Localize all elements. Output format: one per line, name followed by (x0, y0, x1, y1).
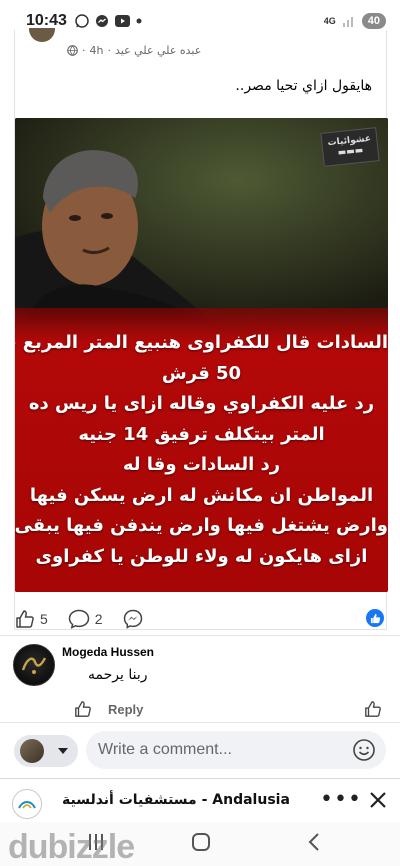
back-icon[interactable] (306, 832, 322, 852)
post-author[interactable]: عبده علي علي عيد (115, 44, 201, 57)
comment-placeholder: Write a comment... (98, 741, 232, 758)
author-avatar[interactable] (29, 28, 55, 42)
dubizzle-watermark: dubizzle (8, 828, 135, 866)
post-meta: · 4h · عبده علي علي عيد (67, 44, 201, 57)
profile-selector[interactable] (14, 735, 78, 767)
quote-line: ازاى هايكون له ولاء للوطن يا كفراوى (35, 545, 368, 567)
whatsapp-icon (75, 14, 89, 28)
post-image[interactable]: عشوائيات ▬▬▬ السادات قال للكفراوى هنبيع … (15, 118, 388, 592)
dot-separator: · (107, 44, 111, 57)
emoji-icon[interactable] (352, 738, 376, 762)
dot-icon (136, 18, 142, 24)
ad-title[interactable]: مستشفيات أندلسية - Andalusia (62, 792, 290, 808)
post-text: هايقول ازاي تحيا مصر.. (235, 78, 372, 94)
post-age[interactable]: 4h (90, 44, 104, 57)
reply-link[interactable]: Reply (108, 702, 143, 717)
signal-icon (342, 17, 353, 27)
andalusia-logo (12, 789, 42, 819)
comment-actions: Reply (74, 700, 143, 718)
thumbs-up-icon (370, 613, 380, 623)
messenger-icon (123, 609, 142, 629)
quote-line: السادات قال للكفراوى هنبيع المتر المربع … (15, 332, 388, 353)
divider (0, 635, 400, 636)
send-button[interactable] (123, 609, 143, 629)
quote-line: رد عليه الكفراوي وقاله ازاى يا ريس ده (28, 393, 375, 414)
status-right: 4G 40 (324, 13, 386, 29)
comment-bubble-icon (68, 609, 90, 629)
comment-text: ربنا يرحمه (88, 667, 148, 683)
close-icon[interactable] (368, 790, 388, 810)
comment-composer: Write a comment... (0, 722, 400, 774)
youtube-icon (114, 15, 130, 27)
watermark-sub: ▬▬▬ (337, 145, 364, 159)
quote-line: وارض يشتغل فيها وارض يندفن فيها يبقى (15, 515, 388, 536)
quote-line: المواطن ان مكانش له ارض يسكن فيها (29, 484, 374, 506)
comment-reaction-button[interactable] (364, 700, 382, 722)
thumbs-up-icon (16, 610, 34, 628)
commenter-avatar[interactable] (13, 644, 55, 686)
public-globe-icon (67, 45, 78, 56)
hospital-logo-icon (18, 801, 36, 809)
home-icon[interactable] (191, 832, 211, 852)
comment-input[interactable]: Write a comment... (86, 731, 386, 769)
notification-icons (75, 14, 142, 28)
post-card: · 4h · عبده علي علي عيد هايقول ازاي تحيا… (14, 28, 388, 633)
battery-level: 40 (361, 13, 386, 29)
user-avatar (20, 739, 44, 763)
comment-like-icon[interactable] (74, 700, 92, 718)
like-reaction-badge[interactable] (366, 609, 384, 627)
quote-lines: السادات قال للكفراوى هنبيع المتر المربع … (15, 328, 388, 572)
network-type: 4G (323, 15, 336, 26)
commenter-name[interactable]: Mogeda Hussen (62, 645, 154, 659)
comment-button[interactable]: 2 (68, 609, 103, 629)
ad-banner[interactable]: مستشفيات أندلسية - Andalusia ••• (0, 778, 400, 822)
messenger-icon (95, 15, 108, 27)
quote-line: المتر بيتكلف ترفيق 14 جنيه (78, 423, 325, 445)
calligraphy-logo (21, 657, 47, 674)
reactions-row: 5 2 (15, 605, 388, 633)
watermark-brand: dubizzle (8, 828, 135, 866)
thumbs-up-icon (365, 701, 381, 717)
like-count: 5 (40, 611, 48, 627)
more-options-icon[interactable]: ••• (320, 787, 362, 812)
screen: 10:43 4G 40 · 4h · عبده علي علي عيد هايق… (0, 0, 400, 866)
comment-count: 2 (94, 611, 103, 627)
source-watermark: عشوائيات ▬▬▬ (320, 127, 380, 167)
quote-line: رد السادات وقا له (122, 454, 281, 475)
like-button[interactable]: 5 (15, 609, 48, 629)
quote-line: 50 قرش (161, 362, 242, 384)
dot-separator: · (82, 44, 86, 57)
caret-down-icon (58, 748, 68, 754)
